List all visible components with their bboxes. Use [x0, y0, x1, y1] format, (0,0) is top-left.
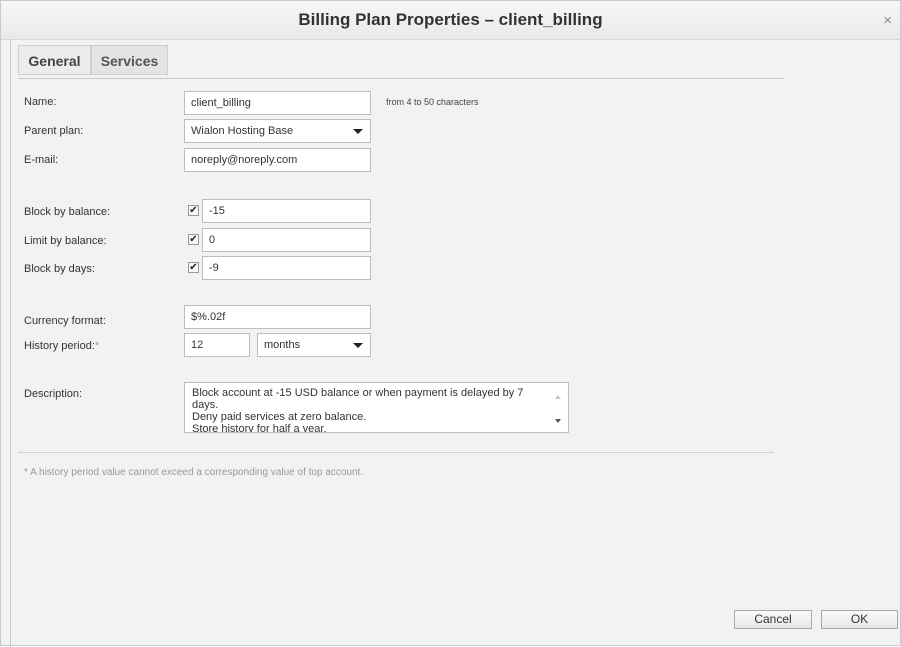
tabs-divider	[18, 78, 784, 79]
currency-format-label: Currency format:	[24, 315, 106, 327]
block-by-days-label: Block by days:	[24, 263, 95, 275]
close-icon[interactable]: ×	[883, 12, 892, 29]
description-label: Description:	[24, 388, 83, 400]
history-period-label-text: History period:	[24, 340, 95, 352]
name-input[interactable]: client_billing	[184, 91, 371, 115]
currency-format-input[interactable]: $%.02f	[184, 305, 371, 329]
title-bar: Billing Plan Properties – client_billing…	[1, 1, 900, 40]
form-separator	[18, 452, 774, 453]
email-field[interactable]: noreply@noreply.com	[184, 148, 371, 172]
email-label: E-mail:	[24, 154, 59, 166]
tab-general[interactable]: General	[18, 45, 91, 75]
cancel-button[interactable]: Cancel	[734, 610, 812, 629]
limit-by-balance-label: Limit by balance:	[24, 235, 107, 247]
chevron-down-icon	[353, 129, 363, 134]
parent-plan-label: Parent plan:	[24, 125, 84, 137]
history-period-footnote: * A history period value cannot exceed a…	[24, 467, 364, 478]
scroll-down-icon[interactable]	[555, 419, 561, 423]
parent-plan-select[interactable]: Wialon Hosting Base	[184, 119, 371, 143]
limit-by-balance-checkbox[interactable]: ✔	[188, 234, 199, 245]
name-hint: from 4 to 50 characters	[386, 97, 479, 107]
block-by-days-checkbox[interactable]: ✔	[188, 262, 199, 273]
limit-by-balance-input[interactable]: 0	[202, 228, 371, 252]
history-period-input[interactable]: 12	[184, 333, 250, 357]
name-label: Name:	[24, 96, 57, 108]
tab-services[interactable]: Services	[91, 45, 168, 75]
left-border	[10, 39, 11, 647]
block-by-balance-checkbox[interactable]: ✔	[188, 205, 199, 216]
block-by-balance-input[interactable]: -15	[202, 199, 371, 223]
dialog-title: Billing Plan Properties – client_billing	[298, 10, 603, 29]
ok-button[interactable]: OK	[821, 610, 898, 629]
block-by-balance-label: Block by balance:	[24, 206, 111, 218]
history-period-unit-select[interactable]: months	[257, 333, 371, 357]
scroll-up-icon[interactable]	[555, 395, 561, 399]
check-icon: ✔	[189, 262, 198, 273]
description-textarea[interactable]: Block account at -15 USD balance or when…	[184, 382, 569, 433]
parent-plan-value: Wialon Hosting Base	[191, 125, 294, 137]
check-icon: ✔	[189, 205, 198, 216]
history-period-unit-value: months	[264, 339, 301, 351]
history-period-label: History period:*	[24, 340, 99, 352]
chevron-down-icon	[353, 343, 363, 348]
required-mark: *	[94, 340, 100, 352]
check-icon: ✔	[189, 234, 198, 245]
block-by-days-input[interactable]: -9	[202, 256, 371, 280]
billing-plan-dialog: Billing Plan Properties – client_billing…	[0, 0, 901, 647]
description-text: Block account at -15 USD balance or when…	[192, 387, 524, 433]
